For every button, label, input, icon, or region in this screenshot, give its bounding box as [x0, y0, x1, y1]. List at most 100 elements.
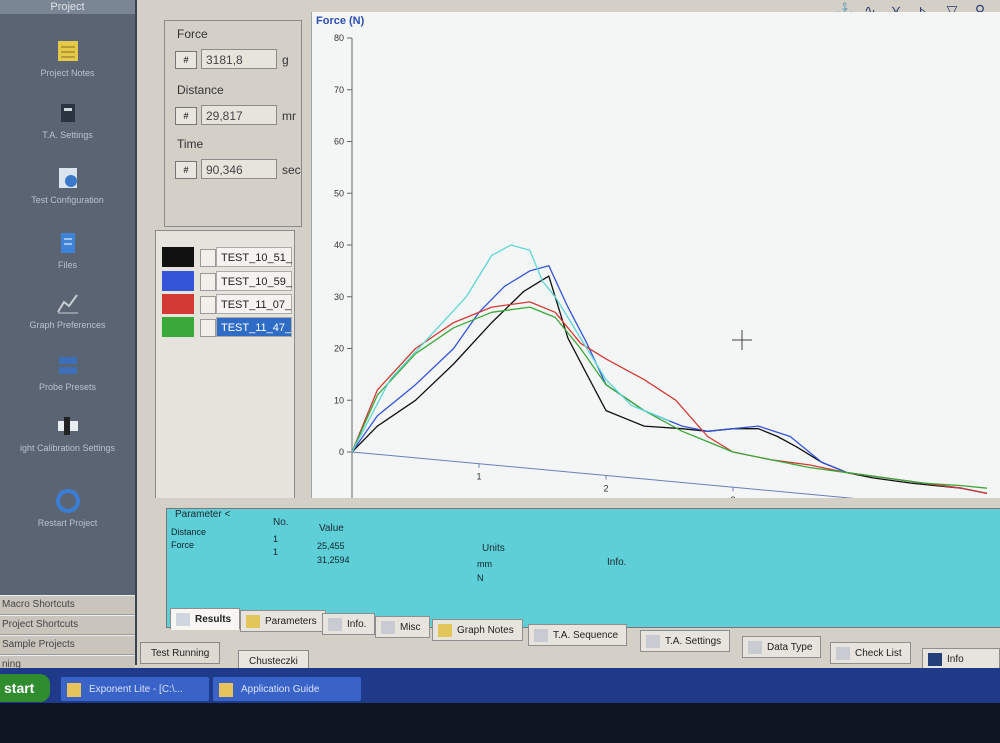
result-row-value: 31,2594 [317, 555, 350, 565]
info-icon [328, 618, 342, 631]
tab-info[interactable]: Info. [322, 613, 376, 635]
result-row-no: 1 [273, 534, 279, 544]
sidebar-item-label: Restart Project [37, 518, 98, 528]
force-label: Force [177, 27, 208, 41]
app-icon [219, 683, 233, 697]
distance-unit: mr [282, 109, 296, 123]
taskbar-item-guide[interactable]: Application Guide [212, 676, 362, 702]
files-icon [60, 233, 75, 253]
legend-item[interactable]: TEST_10_51_ [162, 247, 292, 269]
y-tick-label: 80 [334, 33, 344, 43]
force-graph[interactable]: Force (N)80706050403020100-1012345 [311, 12, 1000, 529]
y-tick-label: 20 [334, 344, 344, 354]
y-tick-label: 30 [334, 292, 344, 302]
result-row-value: 25,455 [317, 541, 345, 551]
x-tick-label: 2 [603, 483, 608, 493]
time-unit: sec [282, 163, 301, 177]
graph-notes-icon [438, 624, 452, 637]
legend-checkbox[interactable] [200, 319, 216, 337]
result-row-parameter: Distance [171, 527, 207, 537]
y-axis-label: Force (N) [316, 15, 365, 27]
y-tick-label: 40 [334, 240, 344, 250]
legend-checkbox[interactable] [200, 249, 216, 267]
legend-checkbox[interactable] [200, 296, 216, 314]
legend-label: TEST_11_47_ [216, 317, 292, 337]
sidebar-item-label: Files [57, 260, 77, 270]
legend-label: TEST_10_51_ [216, 247, 292, 267]
results-icon [176, 613, 190, 626]
legend-item[interactable]: TEST_11_07_ [162, 294, 292, 316]
value-header: Value [319, 523, 344, 534]
sidebar-shortcuts: Macro Shortcuts Project Shortcuts Sample… [0, 595, 135, 675]
sidebar-item-label: ight Calibration Settings [19, 443, 116, 453]
y-tick-label: 0 [339, 447, 344, 457]
application-window: Project Project Notes T.A. Settings Test… [0, 0, 1000, 743]
series-legend: TEST_10_51_ TEST_10_59_ TEST_11_07_ TEST… [155, 230, 295, 500]
force-chart[interactable]: Force (N)80706050403020100-1012345 [312, 12, 1000, 529]
start-button[interactable]: start [0, 674, 50, 702]
sidebar-item-ta-settings[interactable]: T.A. Settings [0, 100, 135, 140]
legend-label: TEST_11_07_ [216, 294, 292, 314]
y-tick-label: 50 [334, 188, 344, 198]
units-header: Units [482, 543, 505, 554]
tab-parameters[interactable]: Parameters [240, 610, 326, 632]
legend-swatch [162, 271, 194, 291]
project-sidebar: Project Project Notes T.A. Settings Test… [0, 0, 137, 675]
monitor-bezel [0, 703, 1000, 743]
tab-test-running[interactable]: Test Running [140, 642, 221, 664]
calibration-icon [57, 417, 78, 435]
result-row-no: 1 [273, 547, 279, 557]
parameter-header[interactable]: Parameter < [175, 509, 230, 520]
sidebar-item-label: Graph Preferences [29, 320, 106, 330]
series-line-test-11-07 [351, 301, 988, 495]
sidebar-item-files[interactable]: Files [0, 230, 135, 270]
series-line-test-10-59 [351, 265, 988, 495]
app-icon [67, 683, 81, 697]
sidebar-item-label: Project Notes [40, 68, 95, 78]
legend-swatch [162, 294, 194, 314]
sample-projects-link[interactable]: Sample Projects [0, 635, 135, 655]
taskbar-item-exponent[interactable]: Exponent Lite - [C:\... [60, 676, 210, 702]
legend-label: TEST_10_59_ [216, 271, 292, 291]
y-tick-label: 60 [334, 137, 344, 147]
time-value: 90,346 [201, 159, 277, 179]
distance-reset-button[interactable]: # [175, 107, 197, 125]
parameters-icon [246, 615, 260, 628]
sidebar-item-probe-presets[interactable]: Probe Presets [0, 352, 135, 392]
restart-icon [55, 489, 80, 513]
force-reset-button[interactable]: # [175, 51, 197, 69]
x-tick-label: 1 [476, 472, 481, 482]
legend-item[interactable]: TEST_10_59_ [162, 271, 292, 293]
series-line-overlay [351, 244, 670, 453]
sidebar-item-project-notes[interactable]: Project Notes [0, 38, 135, 78]
macro-shortcuts-link[interactable]: Macro Shortcuts [0, 595, 135, 615]
live-readouts-panel: Force # 3181,8 g Distance # 29,817 mr Ti… [164, 20, 302, 227]
tab-graph-notes[interactable]: Graph Notes [432, 619, 523, 641]
force-unit: g [282, 53, 289, 67]
settings-icon [60, 104, 75, 122]
tab-results[interactable]: Results [170, 608, 241, 630]
y-tick-label: 70 [334, 85, 344, 95]
result-row-parameter: Force [171, 540, 195, 550]
sidebar-item-label: Probe Presets [38, 382, 97, 392]
graph-preferences-icon [56, 294, 78, 314]
sidebar-item-test-configuration[interactable]: Test Configuration [0, 165, 135, 205]
legend-checkbox[interactable] [200, 273, 216, 291]
result-row-units: N [477, 573, 484, 583]
sidebar-item-graph-preferences[interactable]: Graph Preferences [0, 290, 135, 330]
notes-icon [57, 41, 78, 61]
no-header: No. [273, 517, 289, 528]
legend-item[interactable]: TEST_11_47_ [162, 317, 292, 339]
sidebar-item-calibration[interactable]: ight Calibration Settings [0, 413, 135, 453]
distance-label: Distance [177, 83, 224, 97]
sidebar-header: Project [0, 0, 135, 14]
info-header: Info. [607, 557, 627, 568]
configuration-icon [58, 168, 77, 188]
project-shortcuts-link[interactable]: Project Shortcuts [0, 615, 135, 635]
results-tabs: Results Parameters Info. Misc Graph Note… [170, 608, 1000, 687]
tab-misc[interactable]: Misc [375, 616, 430, 638]
misc-icon [381, 621, 395, 634]
sidebar-item-restart-project[interactable]: Restart Project [0, 488, 135, 528]
force-value: 3181,8 [201, 49, 277, 69]
time-reset-button[interactable]: # [175, 161, 197, 179]
